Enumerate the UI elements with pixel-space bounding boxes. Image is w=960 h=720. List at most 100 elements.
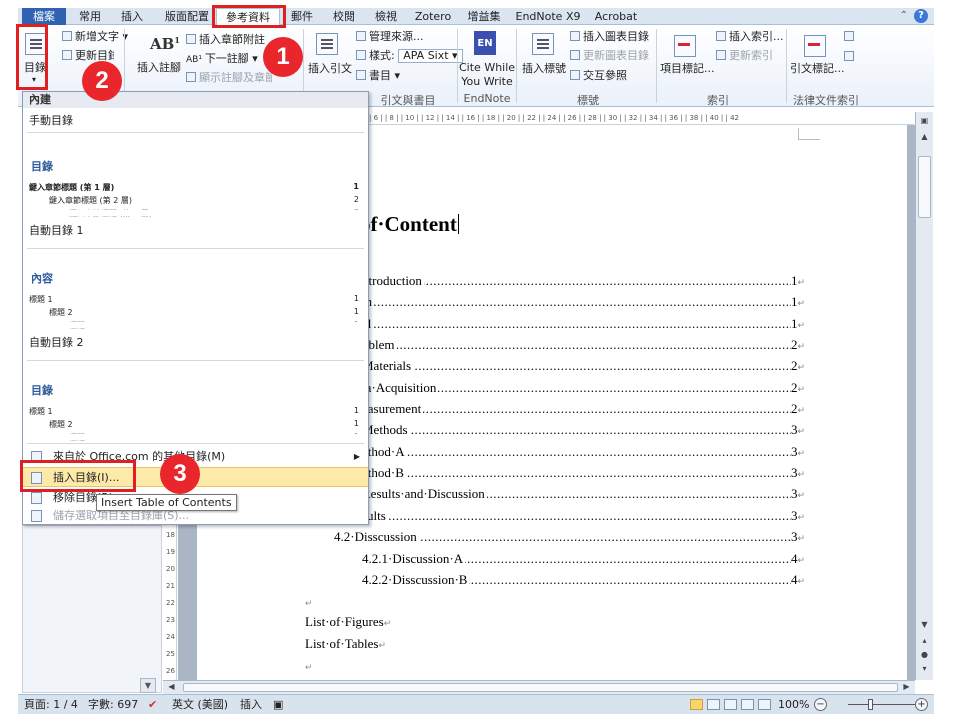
style-dropdown[interactable]: APA Sixt ▾ bbox=[398, 49, 463, 63]
add-text-label: 新增文字 bbox=[75, 30, 119, 43]
cross-reference-label: 交互參照 bbox=[583, 69, 627, 82]
tab-acrobat[interactable]: Acrobat bbox=[590, 8, 642, 25]
cross-reference-button[interactable]: 交互參照 bbox=[570, 69, 627, 83]
mark-entry-button[interactable]: 項目標記... bbox=[660, 62, 715, 76]
show-notes-button[interactable]: 顯示註腳及章節附註 bbox=[186, 71, 272, 85]
ruler-toggle-icon[interactable]: ▣ bbox=[918, 114, 931, 128]
paragraph-mark: ↵ bbox=[797, 341, 805, 351]
mark-citation-button[interactable]: 引文標記... bbox=[790, 62, 845, 76]
list-of-figures[interactable]: List·of·Figures↵ bbox=[305, 614, 391, 630]
toc-entry[interactable]: ........................................… bbox=[362, 272, 805, 289]
toc-entry[interactable]: ........................................… bbox=[362, 336, 805, 353]
toc-entry-page: 2↵ bbox=[791, 336, 805, 355]
scroll-right-icon[interactable]: ▶ bbox=[900, 681, 913, 693]
previous-page-icon[interactable]: ▴ bbox=[918, 634, 931, 648]
horizontal-scrollbar[interactable]: ◀ ▶ bbox=[163, 680, 915, 694]
zoom-level[interactable]: 100% bbox=[778, 695, 809, 714]
insert-mode-indicator[interactable]: 插入 bbox=[240, 695, 262, 714]
zoom-slider-knob[interactable] bbox=[868, 699, 873, 710]
toc-gallery-item[interactable] bbox=[25, 378, 366, 462]
add-text-button[interactable]: 新增文字 ▾ bbox=[62, 30, 128, 44]
page-corner-mark bbox=[798, 128, 820, 140]
toc-entry-label: easurement bbox=[362, 400, 424, 417]
update-table-of-authorities-icon[interactable] bbox=[844, 51, 854, 61]
zoom-slider[interactable] bbox=[848, 704, 924, 705]
toc-entry[interactable]: ........................................… bbox=[362, 357, 805, 374]
horizontal-ruler[interactable]: | 6 | | 8 | | 10 | | 12 | | 14 | | 16 | … bbox=[369, 112, 914, 125]
toc-entry[interactable]: ........................................… bbox=[362, 379, 805, 396]
help-icon[interactable]: ? bbox=[914, 9, 928, 23]
toc-entry[interactable]: ........................................… bbox=[362, 400, 805, 417]
empty-paragraph[interactable]: ↵ bbox=[305, 594, 313, 610]
toc-entry[interactable]: ........................................… bbox=[362, 571, 805, 588]
draft-view-icon[interactable] bbox=[758, 699, 771, 710]
vertical-scrollbar[interactable]: ▣ ▲ ▼ ▴ ● ▾ bbox=[915, 112, 933, 680]
update-index-button[interactable]: 更新索引 bbox=[716, 49, 773, 63]
macro-record-icon[interactable]: ▣ bbox=[273, 695, 283, 714]
bibliography-button[interactable]: 書目 ▾ bbox=[356, 69, 400, 83]
toc-entry[interactable]: ........................................… bbox=[362, 507, 805, 524]
tab-review[interactable]: 校閱 bbox=[326, 8, 362, 25]
toc-entry[interactable]: ........................................… bbox=[362, 550, 805, 567]
vertical-scroll-thumb[interactable] bbox=[918, 156, 931, 218]
remove-toc-icon bbox=[31, 492, 42, 504]
manage-sources-button[interactable]: 管理來源... bbox=[356, 30, 424, 44]
insert-table-of-figures-button[interactable]: 插入圖表目錄 bbox=[570, 30, 649, 44]
update-table-of-figures-button[interactable]: 更新圖表目錄 bbox=[570, 49, 649, 63]
tab-page-layout[interactable]: 版面配置 bbox=[156, 8, 218, 25]
tab-file[interactable]: 檔案 bbox=[22, 8, 66, 25]
toc-entry[interactable]: ........................................… bbox=[362, 485, 805, 502]
print-layout-view-icon[interactable] bbox=[690, 699, 703, 710]
vertical-ruler[interactable]: 18 19 20 21 22 23 24 25 26 bbox=[163, 525, 177, 680]
insert-endnote-button[interactable]: 插入章節附註 bbox=[186, 33, 272, 47]
list-of-tables[interactable]: List·of·Tables↵ bbox=[305, 636, 386, 652]
style-selector[interactable]: 樣式: APA Sixt ▾ bbox=[356, 49, 463, 63]
minimize-ribbon-icon[interactable]: ⌃ bbox=[900, 9, 908, 23]
page-count[interactable]: 頁面: 1 / 4 bbox=[24, 695, 78, 714]
next-page-icon[interactable]: ▾ bbox=[918, 662, 931, 676]
full-screen-view-icon[interactable] bbox=[707, 699, 720, 710]
insert-index-button[interactable]: 插入索引... bbox=[716, 30, 784, 44]
tab-view[interactable]: 檢視 bbox=[368, 8, 404, 25]
insert-table-of-authorities-icon[interactable] bbox=[844, 31, 854, 41]
proofing-icon[interactable]: ✔ bbox=[148, 695, 157, 714]
toc-entry[interactable]: ........................................… bbox=[362, 293, 805, 310]
tab-zotero[interactable]: Zotero bbox=[410, 8, 456, 25]
toc-entry[interactable]: ........................................… bbox=[334, 528, 805, 545]
zoom-out-icon[interactable]: − bbox=[814, 698, 827, 711]
insert-citation-button[interactable]: 插入引文 bbox=[308, 62, 352, 76]
word-count[interactable]: 字數: 697 bbox=[88, 695, 138, 714]
tab-mailings[interactable]: 郵件 bbox=[284, 8, 320, 25]
menu-separator bbox=[27, 360, 364, 361]
zoom-in-icon[interactable]: + bbox=[915, 698, 928, 711]
tab-endnote[interactable]: EndNote X9 bbox=[512, 8, 584, 25]
web-layout-view-icon[interactable] bbox=[724, 699, 737, 710]
style-label: 樣式: bbox=[369, 49, 395, 62]
horizontal-scroll-thumb[interactable] bbox=[183, 683, 898, 692]
nav-scroll-down-icon[interactable]: ▼ bbox=[140, 678, 156, 693]
scroll-left-icon[interactable]: ◀ bbox=[165, 681, 178, 693]
manual-toc-option[interactable]: 手動目錄 bbox=[29, 112, 73, 128]
paragraph-mark: ↵ bbox=[797, 320, 805, 330]
insert-footnote-button[interactable]: 插入註腳 bbox=[137, 61, 181, 75]
empty-paragraph[interactable]: ↵ bbox=[305, 658, 313, 674]
toc-entry[interactable]: ........................................… bbox=[362, 443, 805, 460]
tab-insert[interactable]: 插入 bbox=[114, 8, 150, 25]
toc-entry[interactable]: ........................................… bbox=[362, 315, 805, 332]
toc-gallery-item[interactable] bbox=[25, 266, 366, 350]
vertical-ruler-mark: 21 bbox=[166, 582, 175, 590]
scroll-up-icon[interactable]: ▲ bbox=[918, 130, 931, 144]
tab-home[interactable]: 常用 bbox=[72, 8, 108, 25]
next-footnote-button[interactable]: AB¹ 下一註腳 ▾ bbox=[186, 52, 258, 67]
outline-view-icon[interactable] bbox=[741, 699, 754, 710]
toc-entry[interactable]: ........................................… bbox=[362, 421, 805, 438]
language-indicator[interactable]: 英文 (美國) bbox=[172, 695, 228, 714]
cite-while-you-write-button[interactable]: Cite While You Write bbox=[459, 61, 515, 89]
toc-entry[interactable]: ........................................… bbox=[362, 464, 805, 481]
scroll-down-icon[interactable]: ▼ bbox=[918, 618, 931, 632]
document-title[interactable]: of·Content bbox=[360, 212, 459, 237]
toc-gallery-item[interactable] bbox=[25, 154, 366, 238]
paragraph-mark: ↵ bbox=[797, 384, 805, 394]
browse-object-icon[interactable]: ● bbox=[918, 648, 931, 662]
insert-caption-button[interactable]: 插入標號 bbox=[522, 62, 566, 76]
